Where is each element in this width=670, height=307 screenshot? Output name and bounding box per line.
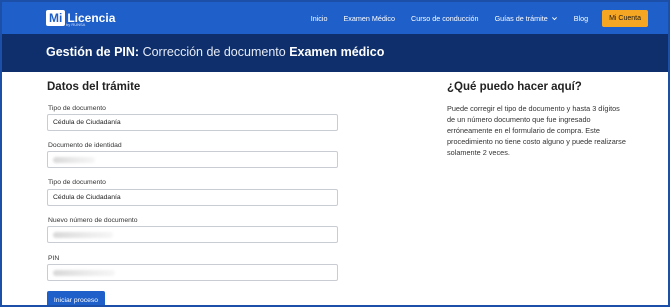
nav-item-curso-conduccion[interactable]: Curso de conducción <box>403 14 487 23</box>
field-label-tipo-documento-nuevo: Tipo de documento <box>48 179 106 186</box>
logo-mi: Mi <box>46 10 66 26</box>
top-navigation: Mi Licencia by RUNSA Inicio Examen Médic… <box>2 2 668 34</box>
nav-item-inicio[interactable]: Inicio <box>303 14 336 23</box>
page-title-end: Examen médico <box>289 45 385 59</box>
help-title: ¿Qué puedo hacer aquí? <box>447 81 582 93</box>
field-label-nuevo-numero: Nuevo número de documento <box>48 217 138 224</box>
documento-identidad-field[interactable] <box>47 151 338 168</box>
nav-menu: Inicio Examen Médico Curso de conducción… <box>303 2 648 34</box>
field-label-documento-identidad: Documento de identidad <box>48 142 122 149</box>
logo[interactable]: Mi Licencia by RUNSA <box>46 6 115 30</box>
page-title-prefix: Gestión de PIN: <box>46 45 140 59</box>
help-text: Puede corregir el tipo de documento y ha… <box>447 104 626 157</box>
field-label-pin: PIN <box>48 255 60 262</box>
iniciar-proceso-button[interactable]: Iniciar proceso <box>47 291 105 305</box>
nav-item-guias-label: Guías de trámite <box>494 13 548 23</box>
field-label-tipo-documento: Tipo de documento <box>48 105 106 112</box>
nav-item-examen-medico[interactable]: Examen Médico <box>335 14 403 23</box>
browser-frame: Mi Licencia by RUNSA Inicio Examen Médic… <box>0 0 670 307</box>
chevron-down-icon <box>551 16 557 20</box>
nuevo-tipo-documento-value: Cédula de Ciudadanía <box>53 194 121 201</box>
pin-field[interactable] <box>47 264 338 281</box>
nav-item-guias-tramite[interactable]: Guías de trámite <box>487 14 566 23</box>
tipo-documento-value: Cédula de Ciudadanía <box>53 119 121 126</box>
mi-cuenta-button[interactable]: Mi Cuenta <box>602 9 648 27</box>
nuevo-numero-documento-field[interactable] <box>47 226 338 243</box>
redacted-value <box>53 156 95 163</box>
form-title: Datos del trámite <box>47 81 141 93</box>
tipo-documento-select[interactable]: Cédula de Ciudadanía <box>47 114 338 131</box>
page-banner: Gestión de PIN: Corrección de documento … <box>2 34 668 72</box>
nuevo-tipo-documento-select[interactable]: Cédula de Ciudadanía <box>47 189 338 206</box>
redacted-value <box>53 269 115 276</box>
page-title-middle: Corrección de documento <box>142 45 286 59</box>
page-title: Gestión de PIN: Corrección de documento … <box>46 45 384 59</box>
nav-item-blog[interactable]: Blog <box>566 14 596 23</box>
redacted-value <box>53 231 113 238</box>
logo-subtitle: by RUNSA <box>66 22 86 27</box>
